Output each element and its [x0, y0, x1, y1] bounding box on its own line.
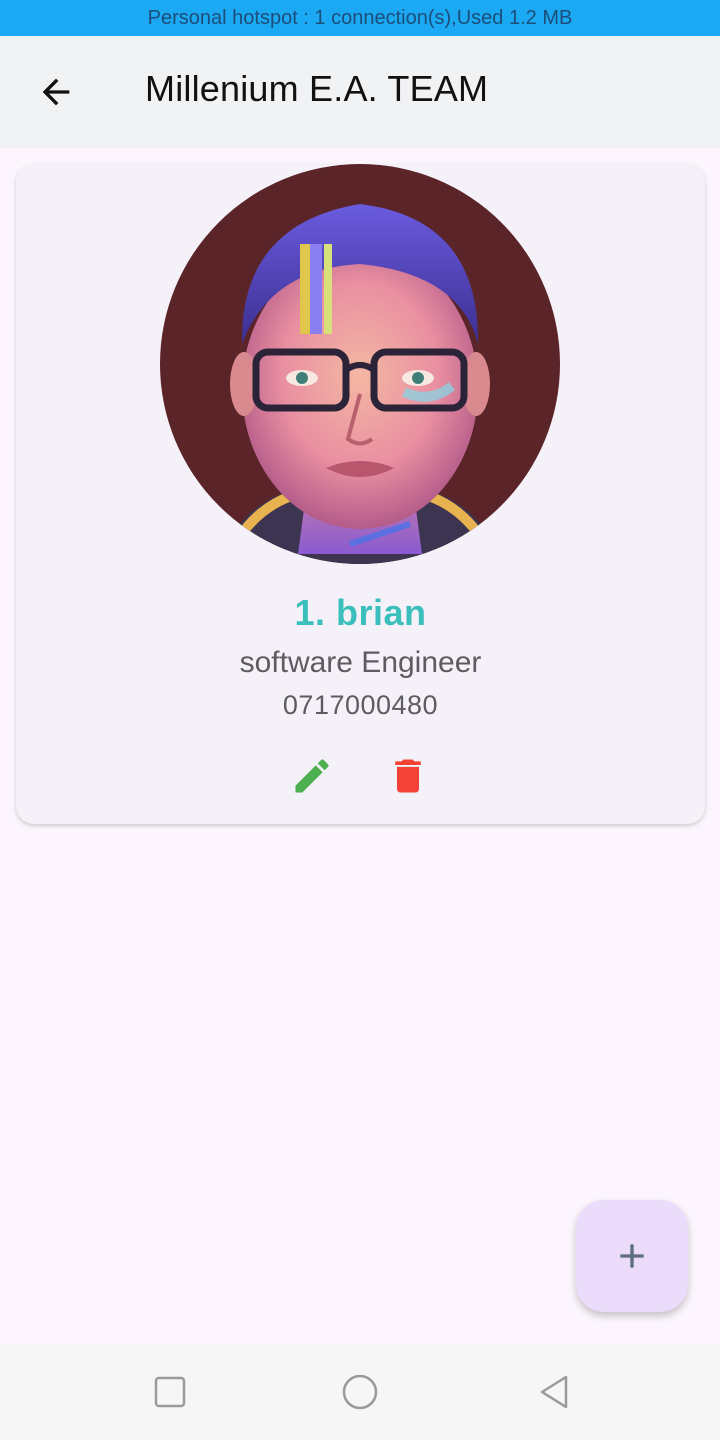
member-card: 1. brian software Engineer 0717000480: [16, 164, 705, 824]
delete-button[interactable]: [384, 752, 432, 800]
app-bar: Millenium E.A. TEAM: [0, 36, 720, 148]
recent-apps-icon: [154, 1376, 186, 1408]
arrow-back-icon: [42, 78, 70, 106]
edit-button[interactable]: [288, 752, 336, 800]
page-title: Millenium E.A. TEAM: [145, 68, 489, 109]
plus-icon: [620, 1244, 644, 1268]
back-button[interactable]: [28, 64, 84, 120]
home-icon: [342, 1374, 378, 1410]
home-button[interactable]: [336, 1368, 384, 1416]
member-role: software Engineer: [239, 646, 482, 679]
system-back-button[interactable]: [530, 1368, 578, 1416]
system-nav-bar: [0, 1344, 720, 1440]
member-avatar: [160, 164, 560, 564]
edit-icon: [295, 759, 329, 793]
recent-apps-button[interactable]: [146, 1368, 194, 1416]
status-bar-text: Personal hotspot : 1 connection(s),Used …: [147, 6, 573, 29]
add-member-fab[interactable]: [576, 1200, 688, 1312]
status-bar: Personal hotspot : 1 connection(s),Used …: [0, 0, 720, 36]
member-phone: 0717000480: [282, 690, 439, 720]
delete-icon: [395, 759, 421, 793]
member-name: 1. brian: [294, 592, 427, 633]
back-icon: [540, 1375, 568, 1409]
